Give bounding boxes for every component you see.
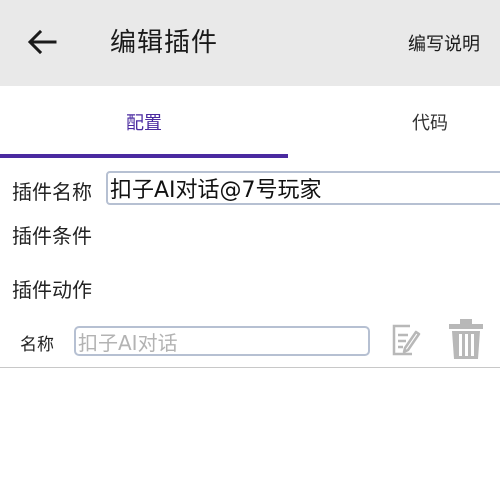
tab-config-label: 配置 [126, 113, 162, 134]
app-bar: 编辑插件 编写说明 [0, 0, 500, 86]
edit-icon [392, 324, 421, 356]
action-name-input[interactable]: 扣子AI对话 [74, 326, 370, 356]
write-instructions-button[interactable]: 编写说明 [408, 30, 480, 56]
edit-action-button[interactable] [388, 322, 424, 358]
plugin-action-label: 插件动作 [12, 278, 92, 302]
arrow-left-icon [27, 29, 57, 55]
divider [0, 367, 500, 368]
tab-code-label: 代码 [412, 113, 448, 134]
plugin-name-value: 扣子AI对话@7号玩家 [110, 178, 322, 203]
tab-bar: 配置 代码 [0, 86, 500, 158]
action-name-placeholder: 扣子AI对话 [78, 330, 178, 355]
action-name-label: 名称 [20, 335, 54, 355]
trash-icon [449, 319, 483, 359]
page-title: 编辑插件 [110, 28, 219, 58]
delete-action-button[interactable] [448, 318, 484, 360]
back-button[interactable] [22, 24, 62, 60]
tab-config[interactable]: 配置 [0, 86, 288, 158]
plugin-condition-label: 插件条件 [12, 224, 92, 248]
tab-code[interactable]: 代码 [288, 86, 500, 158]
tab-selected-indicator [0, 154, 288, 158]
plugin-name-label: 插件名称 [12, 180, 92, 204]
plugin-name-input[interactable]: 扣子AI对话@7号玩家 [106, 171, 500, 205]
